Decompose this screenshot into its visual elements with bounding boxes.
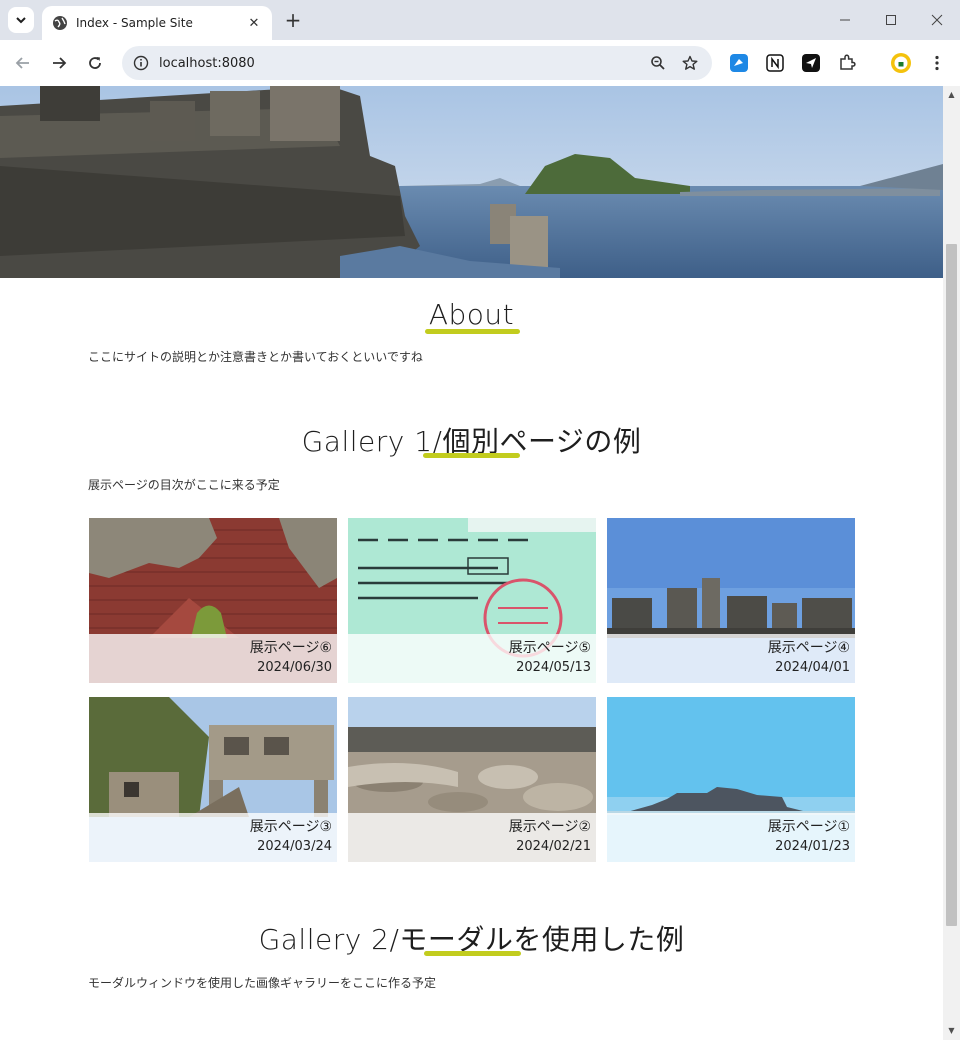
card-date: 2024/06/30 [257,660,332,675]
card-title: 展示ページ④ [767,640,850,656]
gallery2-title-underline [424,951,521,956]
about-text: ここにサイトの説明とか注意書きとか書いておくといいですね [88,350,423,364]
profile-avatar[interactable] [891,53,911,73]
gallery-card-1[interactable]: 展示ページ① 2024/01/23 [607,697,855,862]
minimize-button[interactable] [822,0,868,40]
new-tab-button[interactable]: + [282,9,304,31]
tab-search-button[interactable] [8,7,34,33]
maximize-icon [886,15,896,25]
extension-1-icon[interactable] [729,53,749,73]
notion-extension-icon[interactable] [765,53,785,73]
card-title: 展示ページ② [508,819,591,835]
about-title-underline [425,329,520,334]
send-extension-icon[interactable] [801,53,821,73]
gallery1-text: 展示ページの目次がここに来る予定 [88,478,280,492]
arrow-right-icon [53,57,67,69]
card-date: 2024/05/13 [516,660,591,675]
card-date: 2024/02/21 [516,839,591,854]
card-caption: 展示ページ③ 2024/03/24 [89,813,337,862]
browser-tab[interactable]: Index - Sample Site ✕ [42,6,272,40]
arrow-left-icon [15,57,29,69]
gallery-card-6[interactable]: 展示ページ⑥ 2024/06/30 [89,518,337,683]
minimize-icon [840,19,850,21]
url-text: localhost:8080 [159,55,255,71]
reload-button[interactable] [82,50,108,76]
card-date: 2024/03/24 [257,839,332,854]
maximize-button[interactable] [868,0,914,40]
card-title: 展示ページ① [767,819,850,835]
card-caption: 展示ページ④ 2024/04/01 [607,634,855,683]
forward-button[interactable] [46,50,72,76]
close-icon [931,14,943,26]
card-caption: 展示ページ⑤ 2024/05/13 [348,634,596,683]
scroll-down-arrow-icon[interactable]: ▼ [943,1024,960,1038]
card-title: 展示ページ③ [249,819,332,835]
gallery-card-2[interactable]: 展示ページ② 2024/02/21 [348,697,596,862]
tab-strip: Index - Sample Site ✕ + [0,0,960,40]
gallery1-title-underline [423,453,520,458]
card-caption: 展示ページ⑥ 2024/06/30 [89,634,337,683]
gallery2-text: モーダルウィンドウを使用した画像ギャラリーをここに作る予定 [88,976,437,990]
hero-image [0,86,943,278]
scroll-up-arrow-icon[interactable]: ▲ [943,88,960,102]
card-caption: 展示ページ② 2024/02/21 [348,813,596,862]
extensions-puzzle-icon[interactable] [837,53,857,73]
site-info-icon[interactable] [131,53,151,73]
zoom-icon[interactable] [648,53,668,73]
reload-icon [89,57,101,69]
more-menu-icon[interactable] [927,53,947,73]
card-date: 2024/04/01 [775,660,850,675]
card-title: 展示ページ⑤ [508,640,591,656]
tab-title: Index - Sample Site [76,16,193,30]
bookmark-star-icon[interactable] [680,53,700,73]
page-scrollbar[interactable]: ▲ ▼ [943,86,960,1040]
back-button[interactable] [10,50,36,76]
chevron-down-icon [16,17,26,24]
gallery-card-5[interactable]: 展示ページ⑤ 2024/05/13 [348,518,596,683]
page-viewport: About ここにサイトの説明とか注意書きとか書いておくといいですね Galle… [0,86,943,1040]
close-window-button[interactable] [914,0,960,40]
card-caption: 展示ページ① 2024/01/23 [607,813,855,862]
card-date: 2024/01/23 [775,839,850,854]
address-bar[interactable]: localhost:8080 [122,46,712,80]
gallery-card-4[interactable]: 展示ページ④ 2024/04/01 [607,518,855,683]
tab-close-icon[interactable]: ✕ [246,15,262,31]
browser-toolbar: localhost:8080 [0,40,960,86]
card-title: 展示ページ⑥ [249,640,332,656]
gallery-card-3[interactable]: 展示ページ③ 2024/03/24 [89,697,337,862]
about-title: About [428,298,515,331]
globe-icon [53,16,67,30]
scrollbar-thumb[interactable] [946,244,957,926]
